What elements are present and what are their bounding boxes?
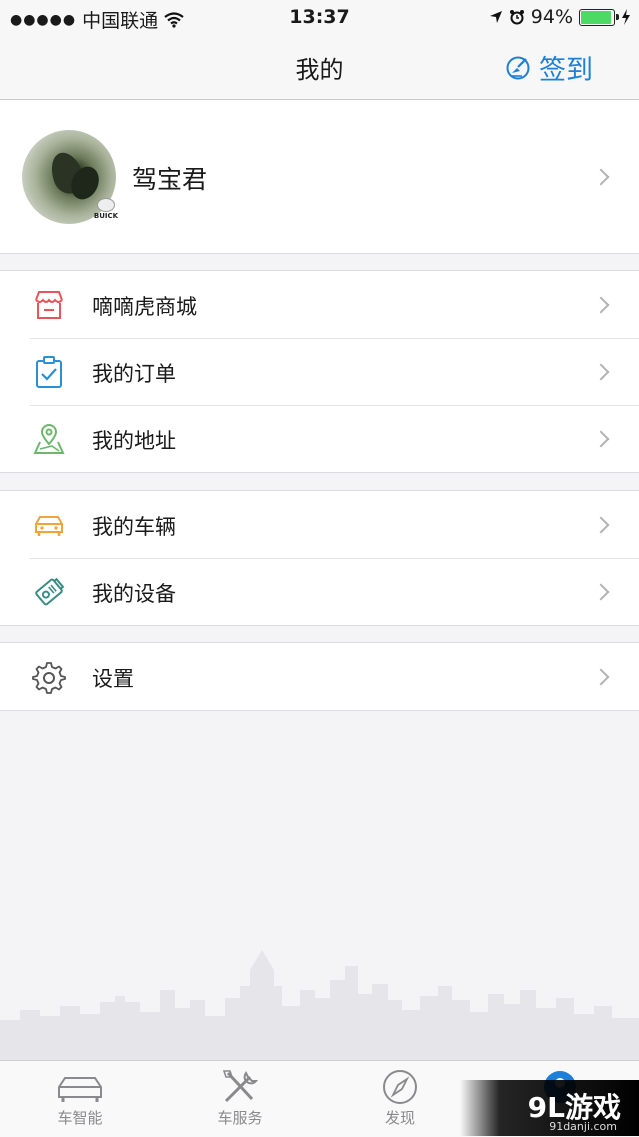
site-watermark: 9L游戏 91danji.com	[460, 1080, 639, 1136]
menu-item-label: 我的地址	[92, 429, 176, 453]
store-icon	[35, 291, 63, 319]
menu-item-devices[interactable]: 我的设备	[0, 558, 639, 625]
chevron-right-icon	[592, 430, 610, 448]
map-pin-icon	[33, 424, 65, 454]
menu-item-label: 我的设备	[92, 582, 176, 606]
menu-item-orders[interactable]: 我的订单	[0, 338, 639, 405]
alarm-icon	[509, 10, 524, 25]
battery-percent: 94%	[530, 6, 573, 28]
navigation-bar: 我的 签到	[0, 36, 639, 100]
gear-icon	[32, 662, 66, 694]
signin-brush-icon	[506, 56, 530, 79]
device-tag-icon	[35, 577, 65, 606]
menu-group-settings: 设置	[0, 642, 639, 711]
car-icon	[35, 516, 63, 536]
menu-item-label: 我的车辆	[92, 515, 176, 539]
car-outline-icon	[58, 1077, 102, 1102]
compass-icon	[383, 1070, 417, 1104]
menu-item-settings[interactable]: 设置	[0, 643, 639, 710]
battery-icon	[579, 8, 619, 26]
chevron-right-icon	[592, 168, 610, 186]
status-bar: ●●●●● 中国联通 13:37 94%	[0, 0, 639, 36]
clipboard-check-icon	[36, 356, 62, 388]
menu-item-address[interactable]: 我的地址	[0, 405, 639, 472]
chevron-right-icon	[592, 668, 610, 686]
menu-item-label: 我的订单	[92, 362, 176, 386]
car-brand-badge: BUICK	[90, 198, 122, 220]
watermark-url: 91danji.com	[549, 1120, 617, 1133]
menu-item-label: 嘀嘀虎商城	[92, 295, 197, 319]
signin-button[interactable]: 签到	[505, 48, 593, 87]
chevron-right-icon	[592, 363, 610, 381]
profile-name: 驾宝君	[132, 165, 208, 194]
tab-car-smart[interactable]: 车智能	[0, 1069, 160, 1128]
menu-item-vehicles[interactable]: 我的车辆	[0, 491, 639, 558]
menu-group-shopping: 嘀嘀虎商城 我的订单 我的地址	[0, 270, 639, 473]
chevron-right-icon	[592, 296, 610, 314]
city-skyline-illustration	[0, 950, 639, 1060]
tab-discover[interactable]: 发现	[320, 1069, 480, 1128]
menu-item-store[interactable]: 嘀嘀虎商城	[0, 271, 639, 338]
chevron-right-icon	[592, 583, 610, 601]
tools-icon	[222, 1070, 259, 1103]
buick-emblem-icon	[97, 198, 115, 212]
menu-item-label: 设置	[92, 667, 134, 691]
tab-car-service[interactable]: 车服务	[160, 1069, 320, 1128]
charging-bolt-icon	[622, 9, 630, 25]
signin-label: 签到	[539, 55, 593, 86]
chevron-right-icon	[592, 516, 610, 534]
location-arrow-icon	[489, 11, 502, 23]
menu-group-vehicle: 我的车辆 我的设备	[0, 490, 639, 626]
profile-row[interactable]	[0, 100, 639, 254]
